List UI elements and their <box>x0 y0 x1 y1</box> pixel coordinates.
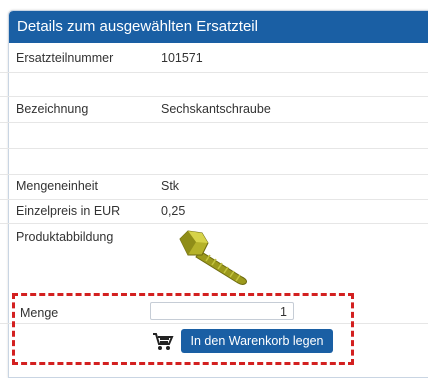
detail-row-empty-3 <box>0 148 428 175</box>
description-label: Bezeichnung <box>16 102 89 116</box>
unit-price-value: 0,25 <box>161 204 186 218</box>
detail-row-empty-1 <box>0 72 428 97</box>
panel-title: Details zum ausgewählten Ersatzteil <box>9 11 428 43</box>
add-to-cart-button[interactable]: In den Warenkorb legen <box>181 329 333 353</box>
description-value: Sechskantschraube <box>161 102 271 116</box>
detail-row-description: Bezeichnung Sechskantschraube <box>0 96 428 123</box>
unit-value: Stk <box>161 179 180 193</box>
unit-price-label: Einzelpreis in EUR <box>16 204 121 218</box>
detail-row-part-number: Ersatzteilnummer 101571 <box>0 42 428 73</box>
part-number-value: 101571 <box>161 51 203 65</box>
hex-screw-image <box>179 230 247 285</box>
part-number-label: Ersatzteilnummer <box>16 51 114 65</box>
product-image-label: Produktabbildung <box>16 230 114 244</box>
detail-row-unit-price: Einzelpreis in EUR 0,25 <box>0 199 428 224</box>
quantity-label: Menge <box>20 306 59 320</box>
detail-row-empty-2 <box>0 122 428 149</box>
detail-row-unit: Mengeneinheit Stk <box>0 174 428 200</box>
shopping-cart-icon[interactable] <box>152 332 174 352</box>
unit-label: Mengeneinheit <box>16 179 99 193</box>
quantity-input[interactable]: 1 <box>150 302 294 320</box>
